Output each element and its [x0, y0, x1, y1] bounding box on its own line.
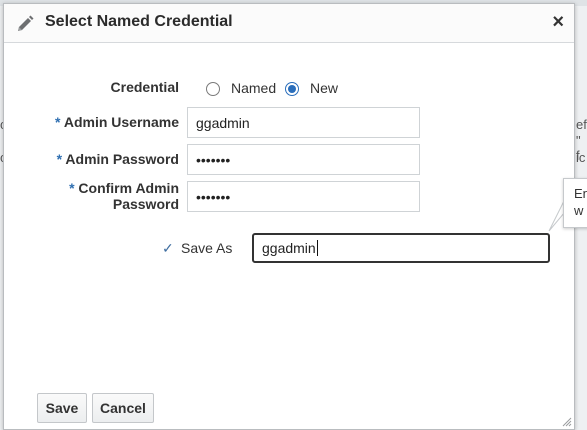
save-button[interactable]: Save [37, 393, 87, 423]
confirm-label-line1: Confirm Admin [78, 180, 179, 196]
radio-new-label[interactable]: New [310, 80, 338, 96]
save-as-input[interactable]: ggadmin [252, 233, 550, 263]
tooltip-popup: En w [563, 178, 587, 228]
required-marker: * [56, 151, 63, 167]
confirm-admin-password-input[interactable]: ••••••• [187, 181, 420, 212]
tooltip-text-line2: w [574, 203, 584, 218]
select-named-credential-dialog: Select Named Credential × Credential Nam… [3, 3, 575, 430]
confirm-label-line2: Password [112, 196, 179, 212]
text-cursor [316, 240, 318, 256]
admin-password-label-text: Admin Password [65, 151, 179, 167]
required-marker: * [55, 114, 61, 130]
resize-grip-icon[interactable] [562, 417, 572, 427]
pencil-icon [18, 15, 34, 31]
admin-password-label: * Admin Password [57, 151, 179, 167]
cancel-button[interactable]: Cancel [92, 393, 154, 423]
admin-username-label-text: Admin Username [63, 114, 179, 130]
background-text: ic [576, 150, 586, 165]
confirm-admin-password-label: * Confirm Admin Password [69, 180, 179, 212]
required-marker: * [69, 180, 75, 196]
admin-username-label: * Admin Username [55, 114, 179, 130]
background-text: ef [576, 117, 587, 132]
dialog-title: Select Named Credential [45, 13, 233, 30]
save-as-value: ggadmin [262, 240, 316, 256]
tooltip-text-line1: En [574, 186, 587, 201]
close-icon[interactable]: × [552, 10, 564, 34]
check-icon: ✓ [162, 240, 174, 256]
credential-label: Credential [110, 79, 179, 95]
radio-new[interactable] [285, 82, 299, 96]
dialog-titlebar: Select Named Credential × [4, 4, 574, 43]
admin-password-input[interactable]: ••••••• [187, 144, 420, 175]
radio-named[interactable] [206, 82, 220, 96]
radio-named-label[interactable]: Named [231, 80, 276, 96]
save-as-label: Save As [181, 240, 233, 256]
admin-username-input[interactable]: ggadmin [187, 107, 420, 138]
